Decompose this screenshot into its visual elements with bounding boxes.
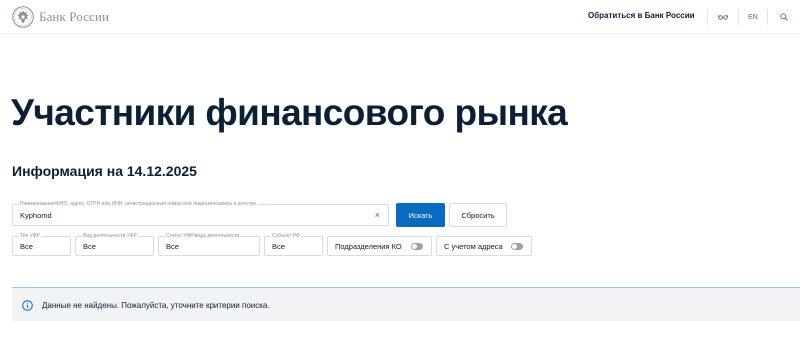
toggle-label: Подразделения КО <box>335 241 402 251</box>
no-results-notice: Данные не найдены. Пожалуйста, уточните … <box>12 287 800 321</box>
contact-bank-link[interactable]: Обратиться в Банк России <box>588 11 695 20</box>
double-eagle-emblem-icon <box>12 6 34 28</box>
toggle-branches[interactable]: Подразделения КО <box>327 236 432 256</box>
logo[interactable]: Банк России <box>12 6 109 28</box>
search-button[interactable] <box>775 9 793 25</box>
toggle-switch-off[interactable] <box>511 243 523 250</box>
search-input-label: Наименование/ФИО, адрес, ОГРН или ИНН, р… <box>19 201 258 208</box>
header-divider <box>767 9 768 25</box>
info-icon <box>22 300 33 311</box>
logo-text: Банк России <box>39 9 110 24</box>
filter-type-select[interactable]: Тип УФР Все <box>12 233 71 256</box>
filter-value: Все <box>166 242 179 251</box>
filter-value: Все <box>20 242 33 251</box>
filter-region-select[interactable]: Субъект РФ Все <box>264 233 323 256</box>
filter-status-select[interactable]: Статус УФР/вида деятельности Все <box>158 233 260 256</box>
reset-button[interactable]: Сбросить <box>449 203 507 227</box>
filter-label: Вид деятельности УФР <box>82 233 138 240</box>
search-submit-button[interactable]: Искать <box>396 203 445 227</box>
page-title: Участники финансового рынка <box>11 92 568 133</box>
filter-label: Субъект РФ <box>271 233 301 240</box>
accessibility-button[interactable] <box>714 9 732 25</box>
filter-label: Тип УФР <box>19 233 41 240</box>
filter-activity-select[interactable]: Вид деятельности УФР Все <box>75 233 154 256</box>
notice-text: Данные не найдены. Пожалуйста, уточните … <box>42 301 270 310</box>
search-icon <box>780 13 788 21</box>
info-date-heading: Информация на 14.12.2025 <box>12 163 197 179</box>
site-header: Банк России Обратиться в Банк России EN <box>0 0 800 34</box>
toggle-label: С учетом адреса <box>444 241 503 251</box>
header-divider <box>707 9 708 25</box>
glasses-icon <box>718 14 728 20</box>
search-input[interactable]: Наименование/ФИО, адрес, ОГРН или ИНН, р… <box>12 201 389 226</box>
toggle-switch-off[interactable] <box>411 243 423 250</box>
filter-value: Все <box>83 242 96 251</box>
language-switch[interactable]: EN <box>744 9 762 25</box>
filter-value: Все <box>272 242 285 251</box>
toggle-address[interactable]: С учетом адреса <box>436 236 532 256</box>
clear-icon[interactable]: × <box>375 210 380 220</box>
header-divider <box>738 9 739 25</box>
filter-label: Статус УФР/вида деятельности <box>165 233 241 240</box>
search-input-value[interactable]: Kyphomd <box>20 211 52 220</box>
